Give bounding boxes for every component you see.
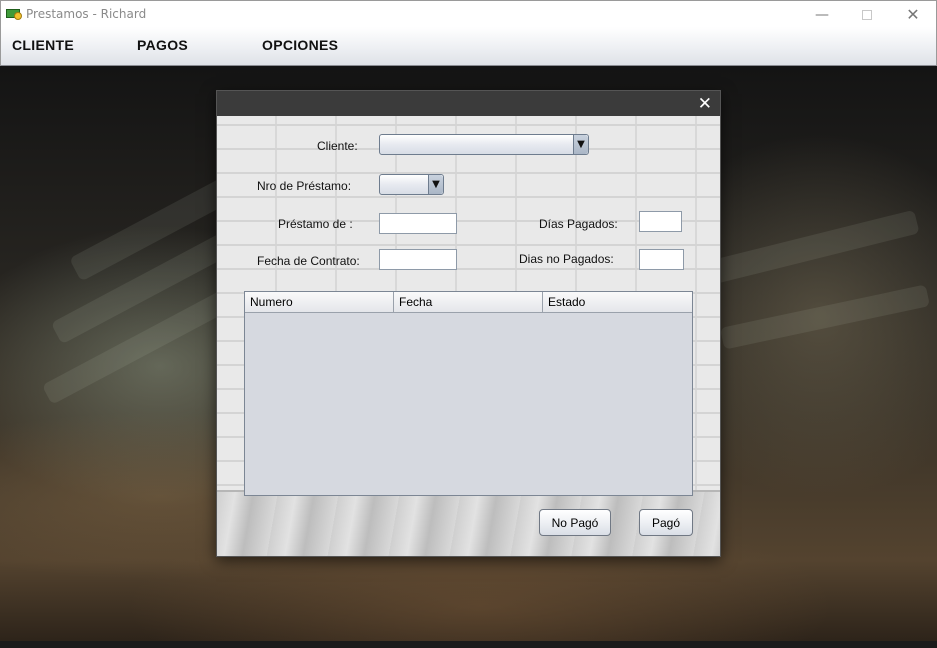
prestamo-de-field[interactable] [379, 213, 457, 234]
dialog-titlebar: ✕ [217, 91, 720, 116]
dias-pagados-label: Días Pagados: [539, 217, 618, 231]
minimize-button[interactable]: — [799, 1, 845, 28]
menu-cliente[interactable]: CLIENTE [12, 37, 74, 53]
window-titlebar: Prestamos - Richard — ✕ [0, 0, 937, 27]
nro-prestamo-label: Nro de Préstamo: [257, 179, 352, 193]
close-window-button[interactable]: ✕ [890, 1, 936, 28]
dias-no-pagados-field[interactable] [639, 249, 684, 270]
fecha-contrato-label: Fecha de Contrato: [257, 254, 360, 268]
no-pago-button[interactable]: No Pagó [539, 509, 611, 536]
pago-button[interactable]: Pagó [639, 509, 693, 536]
column-header-numero[interactable]: Numero [245, 292, 394, 312]
window-title: Prestamos - Richard [26, 7, 147, 21]
dialog-body: Cliente: ▼ Nro de Préstamo: ▼ Préstamo d… [217, 116, 720, 556]
menu-pagos[interactable]: PAGOS [137, 37, 188, 53]
money-icon [6, 7, 22, 21]
dialog-close-icon[interactable]: ✕ [698, 94, 712, 114]
cliente-select[interactable]: ▼ [379, 134, 589, 155]
maximize-icon [862, 9, 872, 20]
maximize-button[interactable] [844, 1, 890, 28]
column-header-estado[interactable]: Estado [543, 292, 692, 312]
loan-payments-dialog: ✕ Cliente: ▼ Nro de Préstamo: ▼ Préstamo… [216, 90, 721, 557]
dias-no-pagados-label: Dias no Pagados: [519, 252, 614, 266]
table-header: Numero Fecha Estado [245, 292, 692, 313]
chevron-down-icon: ▼ [428, 175, 443, 194]
dias-pagados-field[interactable] [639, 211, 682, 232]
menu-bar: CLIENTE PAGOS OPCIONES [0, 27, 937, 66]
fecha-contrato-field[interactable] [379, 249, 457, 270]
nro-prestamo-select[interactable]: ▼ [379, 174, 444, 195]
minimize-icon: — [815, 6, 829, 23]
column-header-fecha[interactable]: Fecha [394, 292, 543, 312]
cliente-label: Cliente: [317, 139, 358, 153]
close-icon: ✕ [906, 5, 920, 24]
bottom-edge [0, 641, 937, 648]
prestamo-de-label: Préstamo de : [278, 217, 353, 231]
chevron-down-icon: ▼ [573, 135, 588, 154]
menu-opciones[interactable]: OPCIONES [262, 37, 338, 53]
payments-table[interactable]: Numero Fecha Estado [244, 291, 693, 496]
